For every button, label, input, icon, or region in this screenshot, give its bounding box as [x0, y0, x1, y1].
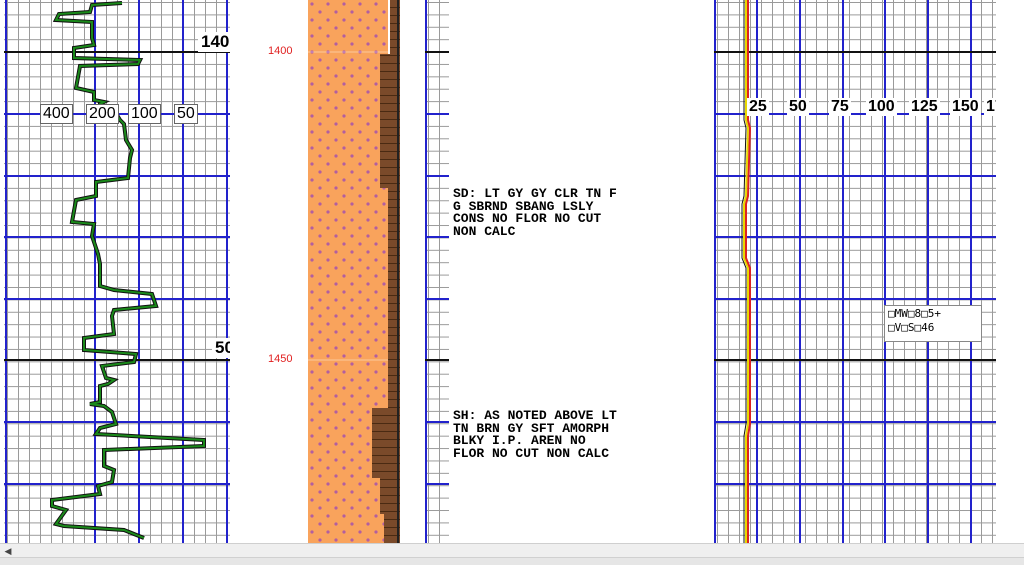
tooltip-line: □V□S□46	[888, 321, 935, 334]
depth-label: 1400	[198, 32, 230, 52]
grid-line	[425, 483, 449, 485]
scale-label: 100	[128, 104, 161, 124]
narrow-grid-track	[425, 0, 449, 543]
scale-label: 150	[950, 98, 981, 116]
grid-line	[425, 298, 449, 300]
grid-line	[425, 175, 449, 177]
scale-label: 200	[86, 104, 119, 124]
grid-line	[425, 113, 449, 115]
grid-line	[425, 421, 449, 423]
lithology-description: SD: LT GY GY CLR TN F G SBRND SBANG LSLY…	[453, 186, 617, 239]
lithology-graphic	[308, 0, 400, 543]
scale-label: 125	[909, 98, 940, 116]
scale-label: 400	[40, 104, 73, 124]
depth-label-red: 1400	[268, 45, 293, 57]
grid-line	[425, 0, 427, 543]
grid-line	[425, 236, 449, 238]
gamma-curve	[50, 1, 206, 540]
tooltip-line: □MW□8□5+	[888, 307, 941, 320]
lithology-description: SH: AS NOTED ABOVE LT TN BRN GY SFT AMOR…	[453, 408, 617, 461]
depth-label: 50	[212, 338, 230, 358]
depth-line	[425, 51, 449, 53]
horizontal-scrollbar[interactable]: ◀	[0, 543, 1024, 558]
scale-label: 25	[747, 98, 769, 116]
lithology-column	[308, 0, 400, 543]
scale-label: 175	[984, 98, 996, 116]
curve-track-left: 1400 50 400 200 100 50	[4, 0, 230, 543]
gas-curves	[741, 0, 752, 543]
scale-label: 75	[829, 98, 851, 116]
mud-property-tooltip: □MW□8□5+ □V□S□46	[884, 305, 982, 342]
scale-label: 100	[866, 98, 897, 116]
scale-label: 50	[787, 98, 809, 116]
scroll-left-arrow-icon[interactable]: ◀	[2, 545, 14, 557]
scale-label: 50	[174, 104, 198, 124]
depth-line	[425, 359, 449, 361]
curve-track-right: 25 50 75 100 125 150 175	[714, 0, 996, 543]
depth-label-red: 1450	[268, 353, 293, 365]
